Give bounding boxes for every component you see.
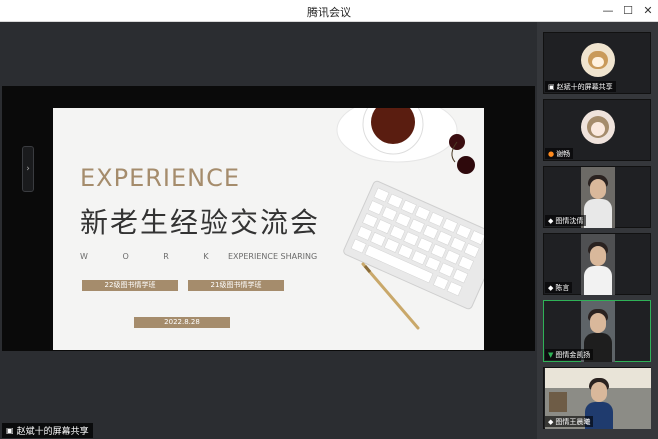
slide-date: 2022.8.28: [134, 317, 230, 328]
mic-active-icon: ▼: [548, 350, 554, 359]
participant-name: 谢畅: [556, 149, 571, 158]
participant-tile-active[interactable]: ▼ 图情金凯扬: [543, 300, 651, 362]
avatar: [581, 43, 615, 77]
participant-namebar: ▼ 图情金凯扬: [545, 349, 594, 360]
close-button[interactable]: ✕: [640, 3, 656, 19]
participant-video: [581, 234, 615, 295]
participant-tile[interactable]: ◆ 图情沈倩: [543, 166, 651, 228]
participant-tile[interactable]: ◆ 陈言: [543, 233, 651, 295]
avatar: [581, 110, 615, 144]
participant-name: 陈言: [555, 283, 570, 292]
participant-namebar: ● 谢畅: [545, 148, 574, 159]
participant-namebar: ▣ 赵斌十的屏幕共享: [545, 81, 616, 92]
slide-heading-en: EXPERIENCE: [80, 164, 241, 192]
mic-muted-icon: ◆: [548, 283, 554, 292]
participant-namebar: ◆ 陈言: [545, 282, 573, 293]
screen-share-icon: ▣: [548, 82, 555, 91]
participant-tile[interactable]: ● 谢畅: [543, 99, 651, 161]
participant-namebar: ◆ 图情王晨曦: [545, 416, 594, 427]
participant-panel: ▣ 赵斌十的屏幕共享 ● 谢畅 ◆ 图情沈倩 ◆ 陈言 ▼ 图情金凯扬 ◆ 图情…: [537, 22, 658, 439]
participant-name: 赵斌十的屏幕共享: [556, 82, 613, 91]
maximize-button[interactable]: ☐: [620, 3, 636, 19]
expand-handle[interactable]: ›: [22, 146, 34, 192]
mic-muted-icon: ◆: [548, 417, 554, 426]
mic-muted-icon: ◆: [548, 216, 554, 225]
participant-name: 图情金凯扬: [555, 350, 591, 359]
participant-name: 图情沈倩: [555, 216, 584, 225]
presentation-slide: EXPERIENCE 新老生经验交流会 W O R K EXPERIENCE S…: [53, 108, 484, 350]
title-bar: 腾讯会议 — ☐ ✕: [0, 0, 658, 22]
slide-tag-21: 21级图书情学班: [188, 280, 284, 291]
share-label-text: 赵斌十的屏幕共享: [16, 427, 89, 437]
participant-namebar: ◆ 图情沈倩: [545, 215, 587, 226]
slide-heading-cn: 新老生经验交流会: [80, 206, 321, 239]
slide-sub-rest: EXPERIENCE SHARING: [228, 252, 318, 261]
window-title: 腾讯会议: [307, 6, 351, 19]
slide-tag-22: 22级图书情学班: [82, 280, 178, 291]
participant-tile[interactable]: ◆ 图情王晨曦: [543, 367, 651, 429]
participant-tile[interactable]: ▣ 赵斌十的屏幕共享: [543, 32, 651, 94]
screen-share-icon: ▣: [6, 426, 14, 435]
share-label: ▣ 赵斌十的屏幕共享: [2, 423, 93, 438]
participant-name: 图情王晨曦: [555, 417, 591, 426]
meeting-window: 腾讯会议 — ☐ ✕ › EXPERIENCE 新老生经验交流会 W O R K…: [0, 0, 658, 439]
minimize-button[interactable]: —: [600, 3, 616, 19]
slide-sub-letters: W O R K: [80, 252, 225, 261]
user-icon: ●: [548, 149, 555, 158]
